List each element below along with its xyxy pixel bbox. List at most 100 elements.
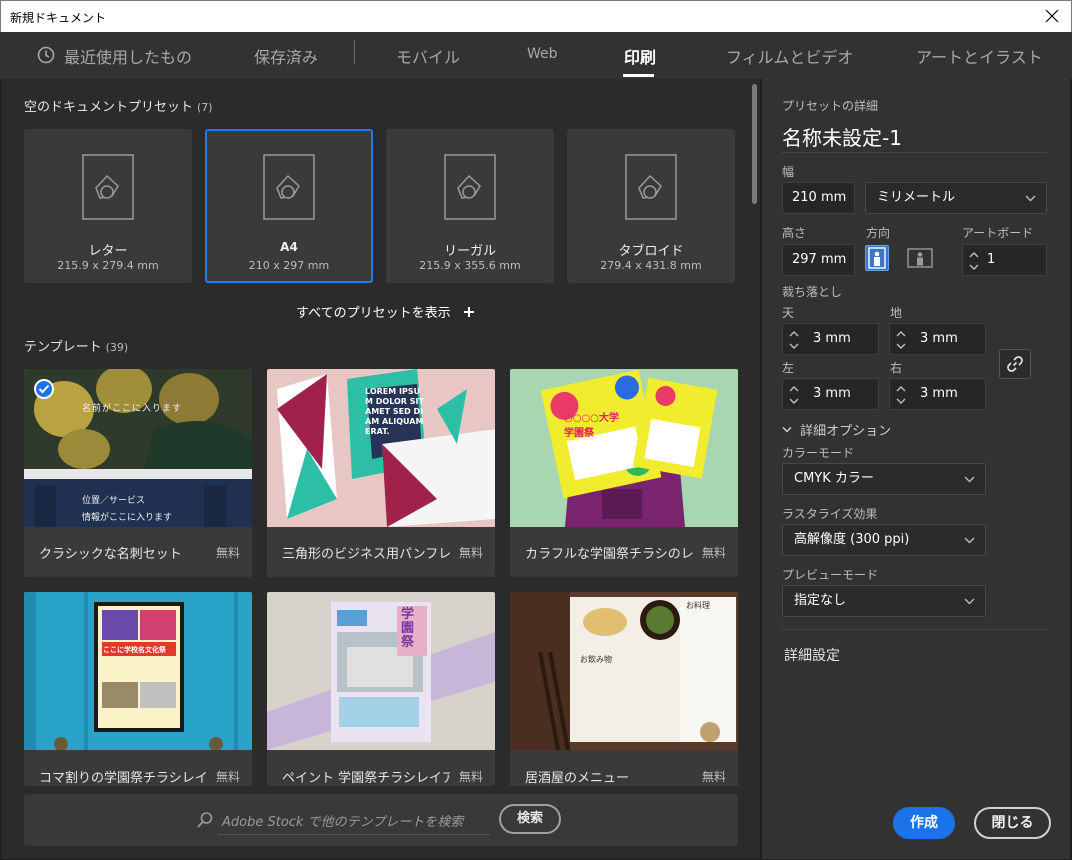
bleed-top-label: 天 [782,306,795,320]
stepper-icon[interactable] [895,384,907,406]
close-icon[interactable] [1043,6,1061,26]
raster-effects-dropdown[interactable]: 高解像度 (300 ppi) [782,524,986,556]
chevron-down-icon [964,476,975,483]
width-input[interactable]: 210 mm [782,182,855,214]
vertical-scrollbar[interactable] [752,84,757,204]
template-thumbnail: ここに学校名文化祭 [24,592,252,750]
preset-size: 215.9 x 279.4 mm [57,259,159,272]
tab-film-video[interactable]: フィルムとビデオ [726,44,853,68]
landscape-button[interactable] [906,246,933,272]
bleed-right-label: 右 [890,361,903,375]
preset-name: リーガル [443,244,496,259]
chevron-down-icon [964,537,975,544]
preset-details-header: プリセットの詳細 [782,99,879,113]
preview-mode-label: プレビューモード [782,568,879,582]
template-thumbnail: 学園祭 [267,592,495,750]
document-icon [625,154,677,220]
tab-recent[interactable]: 最近使用したもの [64,44,192,68]
link-bleed-button[interactable] [999,349,1031,379]
bleed-bottom-input[interactable]: 3 mm [889,323,986,355]
title-bar: 新規ドキュメント [0,0,1072,32]
bleed-top-input[interactable]: 3 mm [782,323,879,355]
orientation-label: 方向 [866,226,891,240]
preset-card-legal[interactable]: リーガル 215.9 x 355.6 mm [386,129,554,283]
tab-web[interactable]: Web [527,46,558,62]
tab-separator [354,40,355,64]
preset-size: 279.4 x 431.8 mm [600,259,702,272]
template-card[interactable]: お料理 お飲み物 居酒屋のメニュー 無料 [510,592,738,786]
template-card[interactable]: ここに学校名文化祭 コマ割りの学園祭チラシレイ... 無料 [24,592,252,786]
bleed-bottom-label: 地 [890,306,903,320]
landscape-person-icon [907,248,933,268]
unit-dropdown[interactable]: ミリメートル [865,182,1047,214]
tab-mobile[interactable]: モバイル [396,44,460,68]
stepper-icon[interactable] [788,384,800,406]
stepper-icon[interactable] [895,329,907,351]
chevron-down-icon [1025,195,1036,202]
raster-effects-label: ラスタライズ効果 [782,507,878,521]
close-button[interactable]: 閉じる [974,807,1051,839]
preset-name: タブロイド [618,244,684,259]
tab-art-illustration[interactable]: アートとイラスト [916,44,1043,68]
window-title: 新規ドキュメント [10,11,107,25]
artboard-label: アートボード [962,226,1034,240]
tab-print[interactable]: 印刷 [624,44,656,68]
preset-name: レター [88,244,128,259]
template-card[interactable]: LOREM IPSUM DOLOR SIT AMET SED DIAM ALIQ… [267,369,495,577]
color-mode-label: カラーモード [782,446,855,460]
stepper-icon[interactable] [968,250,980,272]
selected-check-icon [34,379,54,399]
document-icon [82,154,134,220]
panel-divider [782,629,1047,630]
template-price: 無料 [215,770,240,784]
color-mode-dropdown[interactable]: CMYK カラー [782,463,986,495]
template-name: クラシックな名刺セット [39,547,182,562]
tab-saved[interactable]: 保存済み [254,44,318,68]
preset-name: A4 [280,240,298,254]
template-name: カラフルな学園祭チラシのレ... [525,547,693,562]
preset-card-letter[interactable]: レター 215.9 x 279.4 mm [24,129,192,283]
template-price: 無料 [215,546,240,560]
chevron-down-icon [964,598,975,605]
active-tab-indicator [623,74,654,77]
template-price: 無料 [458,770,483,784]
document-name-input[interactable]: 名称未設定-1 [782,122,902,151]
template-thumbnail: 名前がここに入ります 位置／サービス 情報がここに入ります [24,369,252,527]
template-card[interactable]: 名前がここに入ります 位置／サービス 情報がここに入ります クラシックな名刺セッ… [24,369,252,577]
templates-title: テンプレート (39) [24,340,129,355]
search-button[interactable]: 検索 [499,804,561,834]
portrait-person-icon [868,247,886,269]
template-price: 無料 [701,770,726,784]
bleed-right-input[interactable]: 3 mm [889,378,986,410]
advanced-options-toggle[interactable]: 詳細オプション [782,420,891,439]
template-name: 居酒屋のメニュー [525,771,630,786]
stock-search-input[interactable]: Adobe Stock で他のテンプレートを検索 [222,811,463,830]
template-name: ペイント 学園祭チラシレイア... [282,771,450,786]
preset-size: 215.9 x 355.6 mm [419,259,521,272]
preset-size: 210 x 297 mm [248,259,330,272]
template-card[interactable]: ○○○○大学 学園祭 カラフルな学園祭チラシのレ... 無料 [510,369,738,577]
bleed-left-label: 左 [782,361,795,375]
bleed-left-input[interactable]: 3 mm [782,378,879,410]
bleed-label: 裁ち落とし [782,285,843,299]
blank-presets-title: 空のドキュメントプリセット (7) [24,100,213,115]
portrait-button[interactable] [865,245,889,271]
stepper-icon[interactable] [788,329,800,351]
search-input-underline [218,834,490,835]
document-icon [263,154,315,220]
chevron-down-icon [782,426,792,433]
clock-icon [37,46,55,64]
show-all-presets-link[interactable]: すべてのプリセットを表示 [296,302,475,321]
create-button[interactable]: 作成 [893,807,955,839]
height-input[interactable]: 297 mm [782,244,855,276]
preset-card-tabloid[interactable]: タブロイド 279.4 x 431.8 mm [567,129,735,283]
document-icon [444,154,496,220]
link-icon [1007,356,1023,372]
more-settings-button[interactable]: 詳細設定 [784,645,840,665]
template-price: 無料 [458,546,483,560]
template-card[interactable]: 学園祭 ペイント 学園祭チラシレイア... 無料 [267,592,495,786]
template-thumbnail: ○○○○大学 学園祭 [510,369,738,527]
artboard-count-input[interactable]: 1 [962,244,1047,276]
preset-card-a4[interactable]: A4 210 x 297 mm [205,129,373,283]
preview-mode-dropdown[interactable]: 指定なし [782,585,986,617]
